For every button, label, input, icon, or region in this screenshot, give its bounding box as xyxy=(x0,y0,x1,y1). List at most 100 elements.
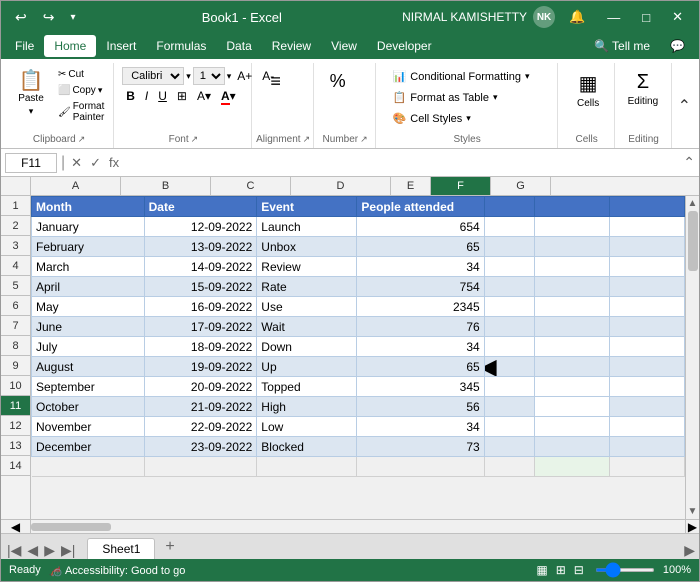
grid-scroll-area[interactable]: Month Date Event People attended January… xyxy=(31,196,685,519)
cell-f13[interactable] xyxy=(534,437,609,457)
cut-button[interactable]: ✂ Cut xyxy=(53,67,109,82)
cell-d7[interactable]: 76 xyxy=(357,317,484,337)
cell-g5[interactable] xyxy=(609,277,684,297)
menu-developer[interactable]: Developer xyxy=(367,35,442,57)
h-scroll-left[interactable]: ◀ xyxy=(1,520,31,533)
cell-f2[interactable] xyxy=(534,217,609,237)
cell-a1[interactable]: Month xyxy=(32,197,145,217)
cell-b2[interactable]: 12-09-2022 xyxy=(144,217,257,237)
cell-e3[interactable] xyxy=(484,237,534,257)
cell-e11[interactable] xyxy=(484,397,534,417)
h-scroll-right[interactable]: ▶ xyxy=(685,520,699,533)
menu-formulas[interactable]: Formulas xyxy=(146,35,216,57)
cell-g9[interactable] xyxy=(609,357,684,377)
cell-a12[interactable]: November xyxy=(32,417,145,437)
row-header-3[interactable]: 3 xyxy=(1,236,30,256)
font-name-dropdown[interactable]: ▾ xyxy=(186,71,191,82)
close-button[interactable]: ✕ xyxy=(664,7,691,27)
cell-g2[interactable] xyxy=(609,217,684,237)
cell-a10[interactable]: September xyxy=(32,377,145,397)
prev-sheet-nav[interactable]: ◀ xyxy=(25,542,40,559)
cell-b3[interactable]: 13-09-2022 xyxy=(144,237,257,257)
paste-dropdown[interactable]: ▾ xyxy=(29,106,34,117)
menu-insert[interactable]: Insert xyxy=(96,35,146,57)
cell-a6[interactable]: May xyxy=(32,297,145,317)
h-scroll-track[interactable] xyxy=(31,520,685,533)
copy-button[interactable]: ⬜ Copy ▾ xyxy=(53,83,109,98)
cell-reference-input[interactable] xyxy=(5,153,57,173)
cell-e6[interactable] xyxy=(484,297,534,317)
cell-a14[interactable] xyxy=(32,457,145,477)
font-color-button[interactable]: A▾ xyxy=(217,87,240,105)
menu-search[interactable]: 🔍 Tell me xyxy=(584,35,660,57)
cell-d6[interactable]: 2345 xyxy=(357,297,484,317)
scroll-up-arrow[interactable]: ▲ xyxy=(686,196,699,211)
cell-b9[interactable]: 19-09-2022 xyxy=(144,357,257,377)
alignment-expand-icon[interactable]: ↗ xyxy=(303,134,311,145)
page-break-button[interactable]: ⊟ xyxy=(571,562,587,578)
cell-f14[interactable] xyxy=(534,457,609,477)
row-header-8[interactable]: 8 xyxy=(1,336,30,356)
cell-c14[interactable] xyxy=(257,457,357,477)
row-header-9[interactable]: 9 xyxy=(1,356,30,376)
cell-g4[interactable] xyxy=(609,257,684,277)
cell-f5[interactable] xyxy=(534,277,609,297)
cell-e13[interactable] xyxy=(484,437,534,457)
page-layout-button[interactable]: ⊞ xyxy=(553,562,569,578)
scroll-down-arrow[interactable]: ▼ xyxy=(686,504,699,519)
cell-e1[interactable] xyxy=(484,197,534,217)
menu-comments[interactable]: 💬 xyxy=(660,35,695,57)
formula-input[interactable] xyxy=(125,156,679,170)
user-avatar[interactable]: NK xyxy=(533,6,555,28)
cell-a2[interactable]: January xyxy=(32,217,145,237)
cell-d14[interactable] xyxy=(357,457,484,477)
editing-button[interactable]: Σ Editing xyxy=(623,67,664,111)
cell-d10[interactable]: 345 xyxy=(357,377,484,397)
cell-e7[interactable] xyxy=(484,317,534,337)
menu-view[interactable]: View xyxy=(321,35,367,57)
cell-e12[interactable] xyxy=(484,417,534,437)
cell-g3[interactable] xyxy=(609,237,684,257)
row-header-5[interactable]: 5 xyxy=(1,276,30,296)
italic-button[interactable]: I xyxy=(141,87,152,105)
insert-function-icon[interactable]: fx xyxy=(107,155,121,171)
row-col-corner[interactable] xyxy=(1,177,31,195)
cell-g1[interactable] xyxy=(609,197,684,217)
cell-d11[interactable]: 56 xyxy=(357,397,484,417)
border-button[interactable]: ⊞ xyxy=(173,87,191,105)
col-header-f[interactable]: F xyxy=(431,177,491,195)
col-header-c[interactable]: C xyxy=(211,177,291,195)
cell-c9[interactable]: Up xyxy=(257,357,357,377)
col-header-b[interactable]: B xyxy=(121,177,211,195)
cell-f10[interactable] xyxy=(534,377,609,397)
cell-a4[interactable]: March xyxy=(32,257,145,277)
cell-d13[interactable]: 73 xyxy=(357,437,484,457)
cell-b7[interactable]: 17-09-2022 xyxy=(144,317,257,337)
cell-f7[interactable] xyxy=(534,317,609,337)
cell-c6[interactable]: Use xyxy=(257,297,357,317)
cell-b10[interactable]: 20-09-2022 xyxy=(144,377,257,397)
cell-e8[interactable] xyxy=(484,337,534,357)
cell-c10[interactable]: Topped xyxy=(257,377,357,397)
cell-a7[interactable]: June xyxy=(32,317,145,337)
col-header-g[interactable]: G xyxy=(491,177,551,195)
redo-button[interactable]: ↪ xyxy=(37,7,61,28)
cell-g11[interactable] xyxy=(609,397,684,417)
menu-review[interactable]: Review xyxy=(262,35,321,57)
clipboard-expand-icon[interactable]: ↗ xyxy=(78,134,86,145)
font-expand-icon[interactable]: ↗ xyxy=(191,134,199,145)
cell-c12[interactable]: Low xyxy=(257,417,357,437)
cell-f1[interactable] xyxy=(534,197,609,217)
cell-e9[interactable]: ◀ xyxy=(484,357,534,377)
cell-d4[interactable]: 34 xyxy=(357,257,484,277)
h-scroll-thumb[interactable] xyxy=(31,523,111,531)
cell-d12[interactable]: 34 xyxy=(357,417,484,437)
cell-b11[interactable]: 21-09-2022 xyxy=(144,397,257,417)
ribbon-collapse[interactable]: ⌃ xyxy=(674,63,695,148)
cell-d1[interactable]: People attended xyxy=(357,197,484,217)
cell-b13[interactable]: 23-09-2022 xyxy=(144,437,257,457)
cell-b14[interactable] xyxy=(144,457,257,477)
sheet-scroll-right[interactable]: ▶ xyxy=(684,542,695,559)
first-sheet-nav[interactable]: |◀ xyxy=(5,542,23,559)
col-header-e[interactable]: E xyxy=(391,177,431,195)
